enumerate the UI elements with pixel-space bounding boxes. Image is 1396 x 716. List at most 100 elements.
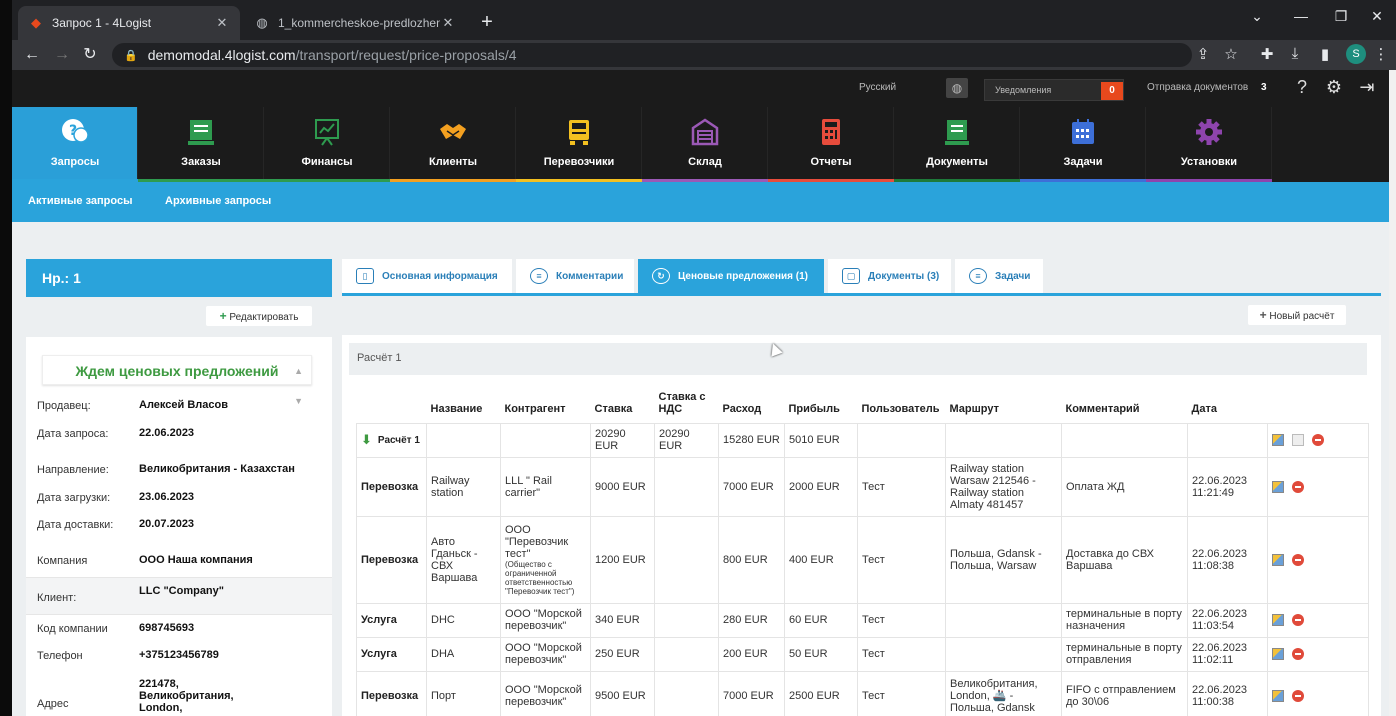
col-header-contractor[interactable]: Контрагент — [501, 388, 591, 423]
delete-icon[interactable] — [1292, 480, 1304, 493]
copy-icon[interactable] — [1292, 434, 1304, 447]
tab-documents[interactable]: ▢ Документы (3) — [828, 259, 951, 293]
row-rate-vat — [654, 515, 719, 604]
row-contractor: LLL " Rail carrier" — [500, 456, 591, 517]
close-tab-icon[interactable]: ✕ — [214, 15, 230, 31]
window-edge — [0, 0, 12, 716]
close-tab-icon[interactable]: ✕ — [440, 15, 456, 31]
forward-button[interactable]: → — [50, 44, 74, 66]
col-header-route[interactable]: Маршрут — [946, 388, 1062, 423]
col-header-rate[interactable]: Ставка — [591, 388, 655, 423]
page-scrollbar[interactable] — [1389, 70, 1396, 716]
field-company: Компания ООО Наша компания — [26, 549, 332, 575]
new-tab-button[interactable]: + — [475, 10, 499, 34]
tab-tasks[interactable]: ≡ Задачи — [955, 259, 1043, 293]
col-header-rate-vat[interactable]: Ставка с НДС — [655, 388, 719, 423]
nav-reports[interactable]: Отчеты — [768, 107, 894, 182]
table-row: Перевозка Порт ООО "Морской перевозчик" … — [356, 670, 1369, 716]
edit-icon[interactable] — [1272, 434, 1284, 447]
edit-icon[interactable] — [1272, 614, 1284, 627]
nav-documents[interactable]: Документы — [894, 107, 1020, 182]
side-panel-icon[interactable]: ▮ — [1314, 45, 1336, 63]
col-header-expense[interactable]: Расход — [719, 388, 785, 423]
share-icon[interactable]: ⇪ — [1192, 45, 1214, 63]
nav-clients[interactable]: Клиенты — [390, 107, 516, 182]
edit-zone: + Редактировать — [26, 297, 332, 337]
col-header-name[interactable]: Название — [427, 388, 501, 423]
nav-settings[interactable]: Установки — [1146, 107, 1272, 182]
documents-sending-label[interactable]: Отправка документов — [1147, 82, 1248, 93]
row-name: DHC — [426, 602, 501, 638]
edit-icon[interactable] — [1272, 648, 1284, 661]
row-user: Тест — [857, 602, 946, 638]
nav-label: Перевозчики — [543, 156, 615, 168]
tab-main-info[interactable]: ▯ Основная информация — [342, 259, 512, 293]
notifications-label: Уведомления — [995, 85, 1052, 95]
edit-icon[interactable] — [1272, 690, 1284, 703]
maximize-button[interactable]: ❐ — [1326, 8, 1356, 25]
reload-button[interactable]: ↻ — [78, 44, 102, 66]
back-button[interactable]: ← — [20, 44, 44, 66]
tab-search-icon[interactable]: ⌄ — [1242, 8, 1272, 25]
delete-icon[interactable] — [1312, 434, 1324, 447]
row-profit: 2000 EUR — [784, 456, 858, 517]
row-rate-vat — [654, 456, 719, 517]
logout-icon[interactable]: ⇥ — [1355, 77, 1379, 98]
download-arrow-icon[interactable]: ⬇ — [361, 433, 372, 446]
edit-button[interactable]: + Редактировать — [206, 306, 312, 326]
extensions-icon[interactable]: ✚ — [1256, 45, 1278, 63]
nav-warehouse[interactable]: Склад — [642, 107, 768, 182]
bookmark-star-icon[interactable]: ☆ — [1220, 45, 1242, 63]
status-select[interactable]: Ждем ценовых предложений ▲ ▼ — [42, 355, 312, 406]
delete-icon[interactable] — [1292, 690, 1304, 703]
download-icon[interactable]: ⤓ — [1284, 45, 1306, 62]
refresh-icon: ↻ — [652, 268, 670, 284]
browser-menu-icon[interactable]: ⋮ — [1370, 45, 1392, 63]
row-expense: 200 EUR — [718, 636, 785, 672]
profile-avatar[interactable]: S — [1346, 44, 1366, 64]
finance-board-icon — [315, 119, 339, 146]
notifications-field[interactable]: Уведомления 0 — [984, 79, 1124, 101]
delete-icon[interactable] — [1292, 614, 1304, 627]
row-rate-vat — [654, 670, 719, 716]
close-window-button[interactable]: ✕ — [1362, 8, 1392, 25]
delete-icon[interactable] — [1292, 648, 1304, 661]
delete-icon[interactable] — [1292, 553, 1304, 566]
row-rate: 340 EUR — [590, 602, 655, 638]
truck-icon — [569, 120, 589, 145]
col-header-comment[interactable]: Комментарий — [1062, 388, 1188, 423]
nav-tasks[interactable]: Задачи — [1020, 107, 1146, 182]
nav-orders[interactable]: Заказы — [138, 107, 264, 182]
field-client: Клиент: LLC "Company" — [26, 577, 332, 615]
nav-label: Задачи — [1063, 156, 1103, 168]
minimize-button[interactable]: — — [1286, 8, 1316, 24]
address-bar[interactable]: 🔒 demomodal.4logist.com/transport/reques… — [112, 43, 1192, 67]
browser-tab-inactive[interactable]: ◍ 1_kommercheskoe-predlozhenie ✕ — [244, 6, 466, 40]
nav-label: Финансы — [301, 156, 353, 168]
col-header-date[interactable]: Дата — [1188, 388, 1268, 423]
tab-comments[interactable]: ≡ Комментарии — [516, 259, 634, 293]
subnav-archived-requests[interactable]: Архивные запросы — [165, 195, 271, 207]
col-header-user[interactable]: Пользователь — [858, 388, 946, 423]
nav-requests[interactable]: ? Запросы — [12, 107, 138, 182]
new-calculation-button[interactable]: + Новый расчёт — [1248, 305, 1346, 325]
language-selector[interactable]: Русский — [859, 82, 896, 93]
nav-finance[interactable]: Финансы — [264, 107, 390, 182]
summary-cell[interactable]: ⬇ Расчёт 1 — [356, 422, 427, 458]
row-user: Тест — [857, 515, 946, 604]
col-header-profit[interactable]: Прибыль — [785, 388, 858, 423]
edit-icon[interactable] — [1272, 480, 1284, 493]
edit-icon[interactable] — [1272, 553, 1284, 566]
col-header — [357, 388, 427, 423]
user-settings-icon[interactable]: ⚙ — [1322, 77, 1346, 98]
tab-price-proposals[interactable]: ↻ Ценовые предложения (1) — [638, 259, 824, 293]
row-user: Тест — [857, 636, 946, 672]
browser-tab-active[interactable]: ◆ Запрос 1 - 4Logist ✕ — [18, 6, 240, 40]
summary-label: Расчёт 1 — [377, 434, 420, 446]
help-icon[interactable]: ? — [1290, 77, 1314, 98]
globe-icon[interactable]: ◍ — [946, 78, 968, 98]
app-root: Русский ◍ Уведомления 0 Отправка докумен… — [12, 70, 1389, 716]
nav-carriers[interactable]: Перевозчики — [516, 107, 642, 182]
nav-label: Установки — [1180, 156, 1238, 168]
subnav-active-requests[interactable]: Активные запросы — [28, 195, 132, 207]
